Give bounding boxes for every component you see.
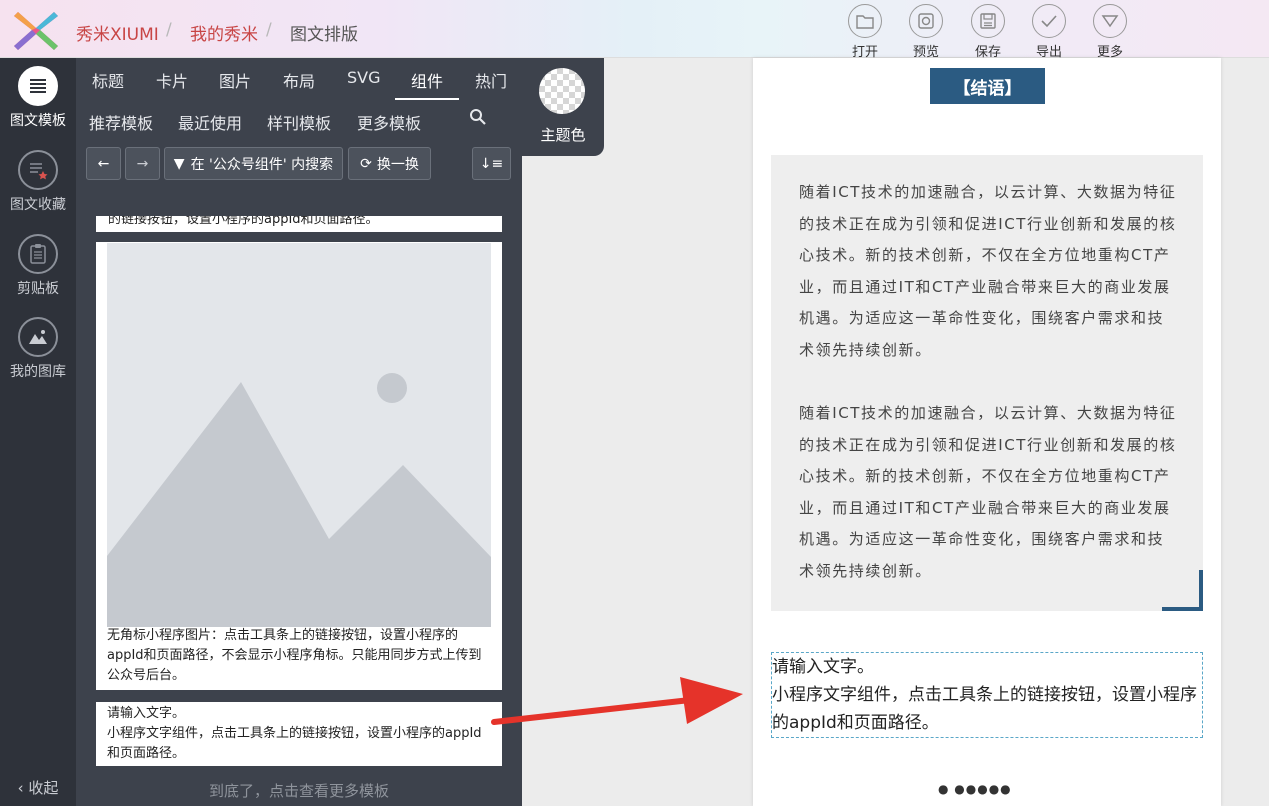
theme-color-swatch[interactable] [539,68,585,114]
more-button[interactable]: 更多 [1086,4,1134,60]
sidebar-item-clipboard[interactable]: 剪贴板 [0,234,76,298]
export-button[interactable]: 导出 [1025,4,1073,60]
breadcrumb-xiumi[interactable]: 秀米XIUMI [76,20,159,45]
chevron-left-icon: ‹ [17,779,24,797]
breadcrumb-separator: / [166,20,172,40]
load-more-link[interactable]: 到底了，点击查看更多模板 [76,780,522,801]
theme-color-picker[interactable]: 主题色 [522,58,604,156]
favorites-icon [30,163,48,180]
breadcrumb-my-xiumi[interactable]: 我的秀米 [190,20,258,45]
clipboard-icon [30,244,46,264]
sort-icon: ↓≡ [479,155,504,172]
body-paragraph[interactable]: 随着ICT技术的加速融合，以云计算、大数据为特征的技术正在成为引领和促进ICT行… [799,398,1177,588]
sort-button[interactable]: ↓≡ [472,147,511,180]
tab-image[interactable]: 图片 [219,68,251,92]
preview-icon [918,13,934,29]
filter-icon: ▼ [173,155,185,172]
sidebar-item-templates[interactable]: 图文模板 [0,66,76,130]
back-button[interactable]: ← [86,147,121,180]
conclusion-content-box[interactable]: 随着ICT技术的加速融合，以云计算、大数据为特征的技术正在成为引领和促进ICT行… [771,155,1203,611]
corner-decoration [1162,570,1203,611]
more-icon [1101,15,1119,28]
save-icon [980,13,996,29]
tab-title[interactable]: 标题 [92,68,124,92]
template-panel: 标题 卡片 图片 布局 SVG 组件 热门 推荐模板 最近使用 样刊模板 更多模… [76,58,522,806]
check-icon [1041,15,1057,28]
collapse-button[interactable]: ‹ 收起 [0,777,76,798]
tab-svg[interactable]: SVG [347,68,381,87]
subtab-sample[interactable]: 样刊模板 [267,110,331,134]
preview-button[interactable]: 预览 [902,4,950,60]
image-placeholder [107,243,491,627]
sidebar-item-gallery[interactable]: 我的图库 [0,317,76,381]
mini-text-body[interactable]: 小程序文字组件，点击工具条上的链接按钮，设置小程序的appId和页面路径。 [772,681,1202,737]
arrow-right-icon: → [136,155,149,172]
tab-component[interactable]: 组件 [411,68,443,92]
mini-program-text-component[interactable]: 请输入文字。 小程序文字组件，点击工具条上的链接按钮，设置小程序的appId和页… [771,652,1203,738]
active-tab-indicator [395,98,459,100]
conclusion-heading[interactable]: 【结语】 [930,68,1045,104]
arrow-left-icon: ← [97,155,110,172]
subtab-recent[interactable]: 最近使用 [178,110,242,134]
open-button[interactable]: 打开 [841,4,889,60]
template-card-partial[interactable]: 的链接按钮，设置小程序的appId和页面路径。 [96,216,502,232]
template-card-mini-text[interactable]: 请输入文字。 小程序文字组件，点击工具条上的链接按钮，设置小程序的appId和页… [96,702,502,766]
top-bar: 秀米XIUMI / 我的秀米 / 图文排版 打开 预览 保存 导出 更多 [0,0,1269,60]
breadcrumb-separator: / [266,20,272,40]
body-paragraph[interactable]: 随着ICT技术的加速融合，以云计算、大数据为特征的技术正在成为引领和促进ICT行… [799,177,1177,367]
template-icon [30,79,46,93]
xiumi-logo-icon[interactable] [12,8,60,52]
theme-color-label: 主题色 [540,126,586,144]
breadcrumb-current: 图文排版 [290,25,358,45]
mini-text-title[interactable]: 请输入文字。 [772,653,1202,681]
page-indicator[interactable]: ● ●●●●● [938,782,1012,796]
template-card-mini-image[interactable]: 无角标小程序图片：点击工具条上的链接按钮，设置小程序的appId和页面路径，不会… [96,242,502,690]
refresh-button[interactable]: ⟳ 换一换 [348,147,431,180]
subtab-recommended[interactable]: 推荐模板 [89,110,153,134]
subtab-more[interactable]: 更多模板 [357,110,421,134]
search-icon[interactable] [469,108,487,126]
sidebar-item-favorites[interactable]: 图文收藏 [0,150,76,214]
save-button[interactable]: 保存 [964,4,1012,60]
folder-icon [856,15,874,29]
forward-button[interactable]: → [125,147,160,180]
left-sidebar: 图文模板 图文收藏 剪贴板 我的图库 ‹ 收起 [0,58,76,806]
tab-layout[interactable]: 布局 [283,68,315,92]
refresh-icon: ⟳ [360,155,372,172]
gallery-icon [29,330,47,344]
tab-card[interactable]: 卡片 [156,68,188,92]
component-search-button[interactable]: ▼ 在 '公众号组件' 内搜索 [164,147,343,180]
tab-popular[interactable]: 热门 [475,68,507,92]
editor-canvas[interactable]: 【结语】 随着ICT技术的加速融合，以云计算、大数据为特征的技术正在成为引领和促… [753,58,1221,806]
